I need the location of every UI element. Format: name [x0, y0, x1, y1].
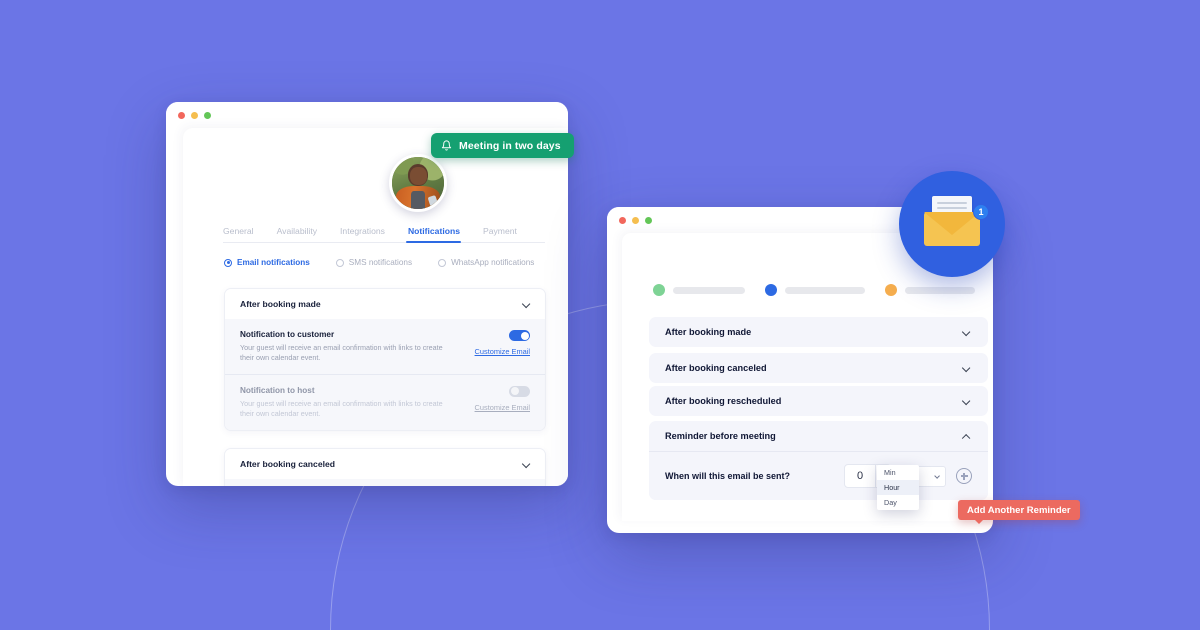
card-header[interactable]: After booking canceled [649, 353, 988, 383]
envelope-notification-icon: 1 [899, 171, 1005, 277]
progress-bar-3 [905, 286, 975, 294]
card-header[interactable]: Reminder before meeting [649, 421, 988, 451]
badge-label: Meeting in two days [459, 139, 561, 152]
panel-header[interactable]: After booking canceled [225, 449, 545, 479]
reminder-settings-row: When will this email be sent? 0 Min [649, 451, 988, 500]
add-reminder-button[interactable] [956, 468, 972, 484]
radio-email-notifications[interactable]: Email notifications [224, 258, 310, 267]
card-after-booking-made[interactable]: After booking made [649, 317, 988, 347]
card-after-booking-rescheduled[interactable]: After booking rescheduled [649, 386, 988, 416]
progress-bar-1 [673, 286, 745, 294]
chevron-down-icon[interactable] [962, 328, 970, 336]
notification-title: Notification to customer [240, 330, 335, 339]
meeting-reminder-badge: Meeting in two days [431, 133, 574, 158]
tab-notifications[interactable]: Notifications [405, 226, 471, 243]
notification-description: Your guest will receive an email confirm… [240, 398, 443, 419]
panel-body: Notification to customer Your guest will… [225, 319, 545, 430]
unit-option-day[interactable]: Day [877, 495, 919, 510]
toggle-notification-host[interactable] [509, 385, 530, 397]
notification-description: Your guest will receive an email confirm… [240, 343, 443, 363]
envelope-flap [924, 212, 980, 235]
tab-payment[interactable]: Payment [483, 226, 528, 236]
chevron-down-icon[interactable] [522, 460, 530, 468]
chevron-down-icon [935, 474, 940, 479]
left-window-content: General Availability Integrations Notifi… [183, 128, 568, 486]
toggle-notification-customer[interactable] [509, 330, 530, 341]
panel-header[interactable]: After booking made [225, 289, 545, 319]
radio-label: Email notifications [237, 258, 310, 267]
tab-general[interactable]: General [223, 226, 265, 236]
progress-indicator [653, 284, 975, 296]
envelope-badge-count: 1 [973, 204, 989, 220]
right-window-content: After booking made After booking cancele… [622, 233, 993, 521]
radio-whatsapp-notifications[interactable]: WhatsApp notifications [438, 258, 534, 267]
radio-label: WhatsApp notifications [451, 258, 535, 267]
radio-icon [335, 258, 344, 267]
card-header[interactable]: After booking made [649, 317, 988, 347]
notification-controls: Customize Email [475, 330, 530, 356]
card-title: After booking rescheduled [665, 396, 782, 406]
tab-availability[interactable]: Availability [277, 226, 328, 236]
card-header[interactable]: After booking rescheduled [649, 386, 988, 416]
chevron-down-icon[interactable] [962, 397, 970, 405]
panel-after-booking-canceled: After booking canceled [224, 448, 546, 486]
tooltip-label: Add Another Reminder [967, 504, 1071, 516]
unit-option-hour[interactable]: Hour [877, 480, 919, 495]
card-title: After booking canceled [665, 363, 767, 373]
progress-bar-2 [785, 286, 865, 294]
avatar-face [410, 167, 427, 186]
reminder-question: When will this email be sent? [665, 471, 791, 481]
close-button[interactable] [178, 111, 185, 119]
close-button[interactable] [619, 216, 626, 224]
notification-text: Notification to customer Your guest will… [240, 330, 445, 364]
unit-option-min[interactable]: Min [877, 465, 919, 480]
chevron-up-icon[interactable] [962, 432, 970, 440]
bell-icon [441, 140, 452, 151]
progress-dot-3 [885, 284, 897, 296]
panel-body [225, 479, 545, 486]
panel-after-booking-made: After booking made Notification to custo… [224, 288, 546, 431]
letter-line [937, 207, 967, 209]
chevron-down-icon[interactable] [962, 364, 970, 372]
customize-email-link[interactable]: Customize Email [475, 403, 530, 412]
minimize-button[interactable] [632, 216, 639, 224]
progress-dot-2 [765, 284, 777, 296]
minimize-button[interactable] [191, 111, 198, 119]
avatar [389, 154, 447, 212]
add-another-reminder-tooltip[interactable]: Add Another Reminder [958, 500, 1080, 524]
panel-title: After booking canceled [240, 459, 336, 469]
maximize-button[interactable] [645, 216, 652, 224]
notification-text: Notification to host Your guest will rec… [240, 386, 445, 420]
avatar-shirt [410, 191, 426, 209]
chevron-down-icon[interactable] [522, 300, 530, 308]
radio-sms-notifications[interactable]: SMS notifications [335, 258, 413, 267]
radio-icon [438, 258, 447, 267]
letter-line [937, 202, 967, 204]
radio-label: SMS notifications [348, 258, 413, 267]
progress-dot-1 [653, 284, 665, 296]
tab-integrations[interactable]: Integrations [340, 226, 396, 236]
notification-controls: Customize Email [475, 385, 530, 412]
reminder-unit-dropdown-menu: Min Hour Day [877, 465, 919, 510]
card-after-booking-canceled[interactable]: After booking canceled [649, 353, 988, 383]
notification-row-customer: Notification to customer Your guest will… [225, 319, 545, 374]
customize-email-link[interactable]: Customize Email [475, 347, 530, 356]
reminder-value[interactable]: 0 [845, 465, 875, 487]
panel-title: After booking made [240, 299, 321, 309]
screenshot-canvas: General Availability Integrations Notifi… [0, 0, 1200, 630]
left-window-titlebar [166, 102, 568, 128]
toggle-knob [520, 331, 529, 340]
radio-icon [224, 258, 232, 267]
settings-tabs: General Availability Integrations Notifi… [223, 226, 545, 243]
booking-settings-window: General Availability Integrations Notifi… [166, 102, 568, 486]
toggle-knob [510, 387, 519, 396]
notification-row-host: Notification to host Your guest will rec… [225, 373, 545, 430]
card-title: Reminder before meeting [665, 431, 776, 441]
notification-title: Notification to host [240, 385, 315, 395]
card-title: After booking made [665, 327, 752, 337]
maximize-button[interactable] [204, 111, 211, 119]
card-reminder-before-meeting[interactable]: Reminder before meeting When will this e… [649, 421, 988, 500]
notification-channel-radios: Email notifications SMS notifications Wh… [224, 258, 534, 267]
